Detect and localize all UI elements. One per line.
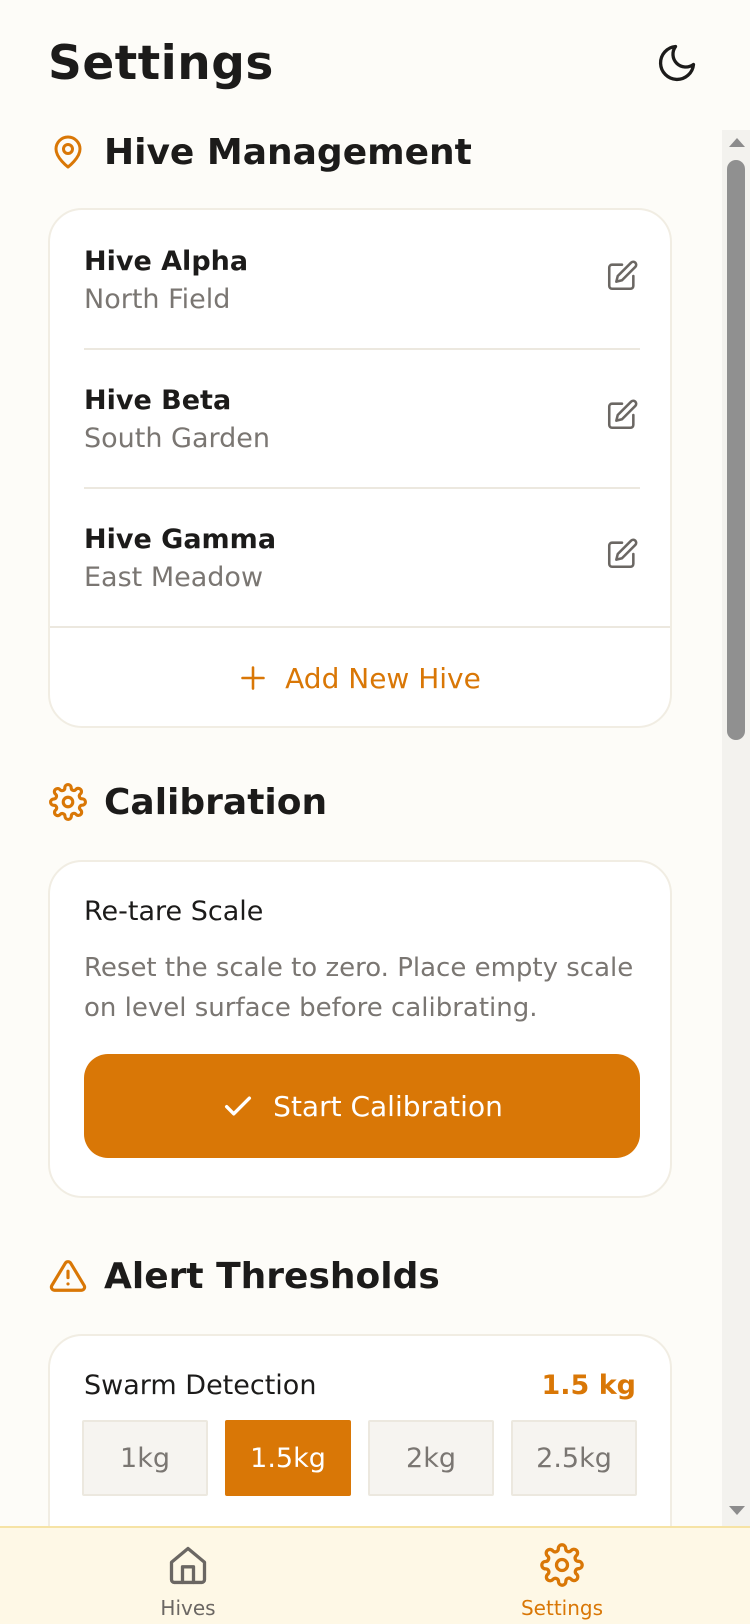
- hive-location: South Garden: [84, 423, 271, 454]
- gear-icon: [48, 782, 88, 822]
- hive-name: Hive Beta: [84, 385, 232, 416]
- alert-thresholds-header: Alert Thresholds: [48, 1254, 440, 1298]
- add-hive-label: Add New Hive: [285, 661, 481, 695]
- edit-hive-button[interactable]: [604, 397, 640, 433]
- edit-hive-button[interactable]: [604, 258, 640, 294]
- start-calibration-label: Start Calibration: [273, 1089, 503, 1123]
- scroll-up-arrow[interactable]: [729, 138, 745, 147]
- hive-location: North Field: [84, 284, 231, 315]
- nav-label: Hives: [160, 1596, 216, 1620]
- scrollbar-thumb[interactable]: [727, 160, 745, 740]
- threshold-option[interactable]: 2.5kg: [511, 1420, 637, 1496]
- nav-item-settings[interactable]: Settings: [482, 1528, 642, 1624]
- plus-icon: [239, 664, 267, 692]
- edit-icon: [607, 399, 638, 430]
- map-pin-icon: [48, 132, 88, 172]
- header: Settings: [0, 0, 750, 130]
- edit-hive-button[interactable]: [604, 536, 640, 572]
- nav-item-hives[interactable]: Hives: [108, 1528, 268, 1624]
- hive-list-item: Hive Beta South Garden: [84, 349, 640, 493]
- hive-list-card: Hive Alpha North Field Hive Beta South G…: [48, 208, 672, 728]
- check-icon: [221, 1089, 255, 1123]
- calibration-header: Calibration: [48, 780, 327, 824]
- gear-icon: [539, 1542, 585, 1588]
- retare-title: Re-tare Scale: [84, 896, 264, 927]
- start-calibration-button[interactable]: Start Calibration: [84, 1054, 640, 1158]
- scroll-down-arrow[interactable]: [729, 1506, 745, 1515]
- section-title: Hive Management: [104, 131, 472, 173]
- threshold-option[interactable]: 1kg: [82, 1420, 208, 1496]
- scrollbar[interactable]: [722, 130, 750, 1526]
- hive-name: Hive Gamma: [84, 524, 277, 555]
- moon-icon: [658, 44, 696, 82]
- alert-thresholds-card: Swarm Detection 1.5 kg 1kg 1.5kg 2kg 2.5…: [48, 1334, 672, 1526]
- nav-label: Settings: [520, 1596, 604, 1620]
- retare-description: Reset the scale to zero. Place empty sca…: [84, 953, 634, 1023]
- hive-location: East Meadow: [84, 562, 264, 593]
- settings-scroll-area[interactable]: Hive Management Hive Alpha North Field H: [0, 130, 722, 1526]
- threshold-option[interactable]: 2kg: [368, 1420, 494, 1496]
- edit-icon: [607, 260, 638, 291]
- section-title: Calibration: [104, 781, 328, 823]
- add-hive-button[interactable]: Add New Hive: [50, 628, 670, 728]
- page-title: Settings: [48, 36, 274, 91]
- bottom-navigation: Hives Settings: [0, 1526, 750, 1624]
- calibration-card: Re-tare Scale Reset the scale to zero. P…: [48, 860, 672, 1198]
- settings-screen: Settings Hive Management Hive Alpha Nort…: [0, 0, 750, 1624]
- theme-toggle-button[interactable]: [652, 38, 702, 88]
- swarm-detection-label: Swarm Detection: [84, 1370, 317, 1401]
- hive-list-item: Hive Gamma East Meadow: [84, 488, 640, 632]
- section-title: Alert Thresholds: [104, 1255, 440, 1297]
- hive-list-item: Hive Alpha North Field: [84, 210, 640, 354]
- hive-management-header: Hive Management: [48, 130, 472, 174]
- hive-name: Hive Alpha: [84, 246, 249, 277]
- threshold-option-selected[interactable]: 1.5kg: [225, 1420, 351, 1496]
- swarm-detection-value: 1.5 kg: [541, 1370, 636, 1401]
- home-icon: [165, 1542, 211, 1588]
- warning-icon: [48, 1256, 88, 1296]
- edit-icon: [607, 538, 638, 569]
